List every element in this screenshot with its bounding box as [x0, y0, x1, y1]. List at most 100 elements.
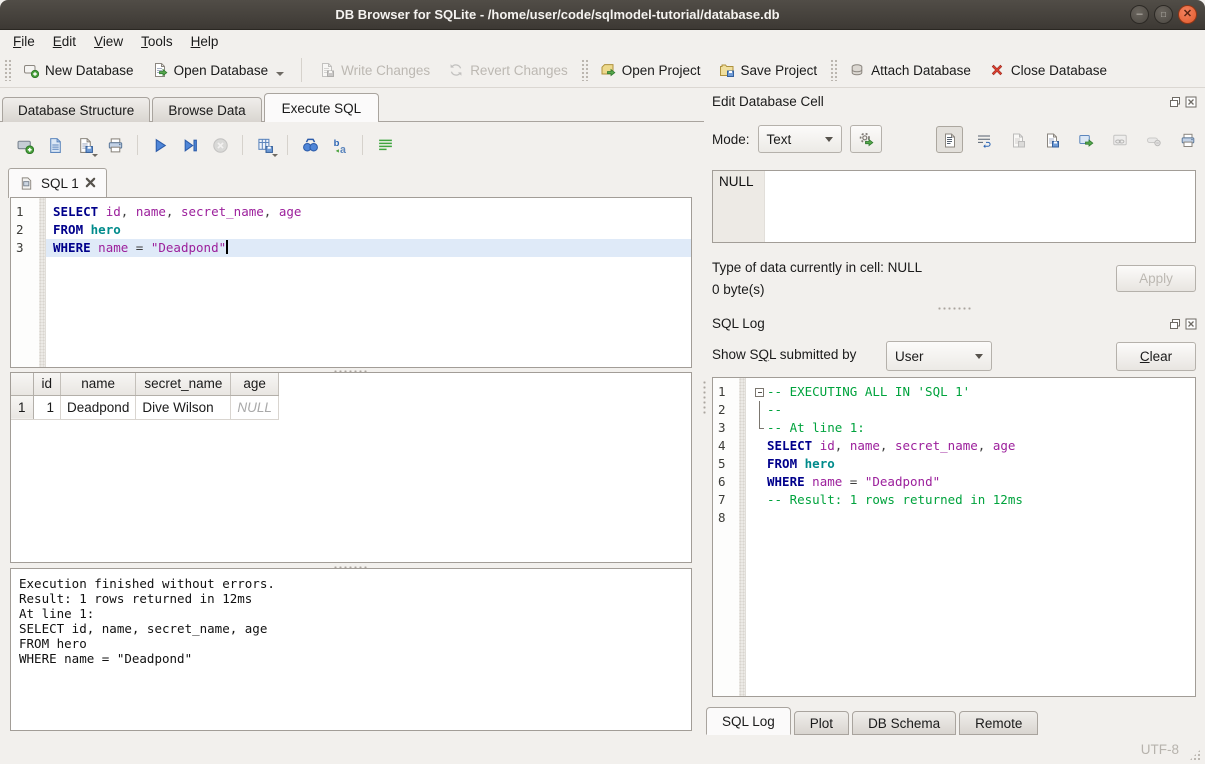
print-cell-button[interactable]: [1174, 126, 1201, 153]
bottom-tab-db-schema[interactable]: DB Schema: [852, 711, 956, 735]
find-icon: [302, 137, 319, 154]
row-header[interactable]: 1: [11, 395, 33, 419]
set-null-button[interactable]: [1140, 126, 1167, 153]
menu-item-edit[interactable]: Edit: [44, 32, 85, 51]
import-data-button[interactable]: [1004, 126, 1031, 153]
word-wrap-button[interactable]: [372, 132, 398, 158]
log-line-numbers: 12345678: [713, 378, 739, 696]
toolbar-button-write-changes[interactable]: Write Changes: [310, 58, 439, 82]
sql-tab-label: SQL 1: [41, 176, 79, 191]
code-segment: age: [993, 438, 1016, 453]
code-segment: -- EXECUTING ALL IN 'SQL 1': [767, 384, 970, 399]
mode-dropdown[interactable]: Text: [758, 125, 842, 153]
chevron-down-icon[interactable]: [276, 72, 284, 76]
close-dock-icon[interactable]: [1185, 317, 1197, 335]
results-cell[interactable]: NULL: [231, 395, 279, 419]
toolbar-separator: [362, 135, 363, 155]
pane-splitter-handle[interactable]: [702, 380, 707, 414]
tab-browse-data[interactable]: Browse Data: [152, 97, 261, 122]
clear-log-button[interactable]: Clear: [1116, 342, 1196, 371]
toolbar-separator: [301, 58, 302, 82]
menu-item-view[interactable]: View: [85, 32, 132, 51]
float-dock-icon[interactable]: [1169, 317, 1181, 335]
save-sql-file-button[interactable]: [72, 132, 98, 158]
set-as-value-button[interactable]: [1072, 126, 1099, 153]
cell-size-info: 0 byte(s): [712, 282, 765, 297]
maximize-button[interactable]: □: [1154, 5, 1173, 24]
save-doc-icon: [1044, 132, 1060, 148]
fold-marker-pipe: [753, 401, 767, 419]
open-external-button[interactable]: [1106, 126, 1133, 153]
column-header-id[interactable]: id: [33, 373, 61, 395]
menu-item-help[interactable]: Help: [182, 32, 228, 51]
tab-sql-1[interactable]: SQL 1: [8, 168, 107, 198]
code-segment: -- Result: 1 rows returned in 12ms: [767, 492, 1023, 507]
auto-apply-button[interactable]: [850, 125, 882, 153]
menu-item-tools[interactable]: Tools: [132, 32, 182, 51]
close-button[interactable]: ✕: [1178, 5, 1197, 24]
open-sql-tab-button[interactable]: [12, 132, 38, 158]
toolbar-separator: [242, 135, 243, 155]
column-header-secret-name[interactable]: secret_name: [136, 373, 231, 395]
open-sql-file-button[interactable]: [42, 132, 68, 158]
execute-current-line-button[interactable]: [177, 132, 203, 158]
code-segment: name: [98, 240, 128, 255]
bottom-tab-sql-log[interactable]: SQL Log: [706, 707, 791, 735]
bottom-tab-remote[interactable]: Remote: [959, 711, 1038, 735]
toolbar-handle[interactable]: [830, 59, 837, 81]
text-mode-button[interactable]: [936, 126, 963, 153]
sql-editor[interactable]: 123 SELECT id, name, secret_name, ageFRO…: [10, 197, 692, 368]
auto-format-button[interactable]: ba: [327, 132, 353, 158]
close-dock-icon[interactable]: [1185, 95, 1197, 113]
column-header-age[interactable]: age: [231, 373, 279, 395]
tab-database-structure[interactable]: Database Structure: [2, 97, 150, 122]
word-wrap-cell-button[interactable]: [970, 126, 997, 153]
fold-marker-minus[interactable]: [753, 383, 767, 401]
toolbar-button-save-project[interactable]: Save Project: [710, 58, 827, 82]
code-segment: =: [128, 240, 151, 255]
results-cell[interactable]: Dive Wilson: [136, 395, 231, 419]
toolbar-handle[interactable]: [4, 59, 11, 81]
find-replace-button[interactable]: [297, 132, 323, 158]
float-dock-icon[interactable]: [1169, 95, 1181, 113]
bottom-tab-plot[interactable]: Plot: [794, 711, 849, 735]
apply-button[interactable]: Apply: [1116, 265, 1196, 292]
toolbar-button-revert-changes[interactable]: Revert Changes: [439, 58, 577, 82]
new-database-icon: [23, 62, 39, 78]
toolbar-button-attach-database[interactable]: Attach Database: [840, 58, 980, 82]
minimize-button[interactable]: –: [1130, 5, 1149, 24]
sql-log-filter-dropdown[interactable]: User: [886, 341, 992, 371]
code-line: --: [746, 401, 1195, 419]
mode-row: Mode: Text: [712, 125, 882, 153]
results-cell[interactable]: Deadpond: [61, 395, 136, 419]
stop-execution-button[interactable]: [207, 132, 233, 158]
tab-execute-sql[interactable]: Execute SQL: [264, 93, 380, 122]
code-segment: secret_name: [895, 438, 978, 453]
menu-item-file[interactable]: File: [4, 32, 44, 51]
close-tab-icon[interactable]: [85, 176, 96, 191]
sql-log-dock-title: SQL Log: [712, 316, 765, 331]
cell-value-editor[interactable]: NULL: [712, 170, 1196, 243]
line-number: 1: [713, 383, 739, 401]
save-results-view-button[interactable]: [252, 132, 278, 158]
title-bar[interactable]: DB Browser for SQLite - /home/user/code/…: [0, 0, 1205, 30]
code-segment: hero: [805, 456, 835, 471]
line-number: 7: [713, 491, 739, 509]
toolbar-button-open-database[interactable]: Open Database: [143, 58, 294, 82]
editor-code-area[interactable]: SELECT id, name, secret_name, ageFROM he…: [46, 198, 691, 367]
dock-splitter-handle[interactable]: [937, 306, 971, 311]
export-data-button[interactable]: [1038, 126, 1065, 153]
toolbar-button-open-project[interactable]: Open Project: [591, 58, 710, 82]
corner-header[interactable]: [11, 373, 33, 395]
wrap-cell-icon: [976, 132, 992, 148]
results-cell[interactable]: 1: [33, 395, 61, 419]
print-sql-button[interactable]: [102, 132, 128, 158]
toolbar-button-label: Open Project: [622, 63, 701, 78]
cell-value-area[interactable]: [765, 171, 1195, 242]
execute-all-button[interactable]: [147, 132, 173, 158]
toolbar-button-close-database[interactable]: Close Database: [980, 58, 1116, 82]
resize-grip[interactable]: [1189, 749, 1201, 761]
column-header-name[interactable]: name: [61, 373, 136, 395]
toolbar-button-new-database[interactable]: New Database: [14, 58, 143, 82]
toolbar-handle[interactable]: [581, 59, 588, 81]
